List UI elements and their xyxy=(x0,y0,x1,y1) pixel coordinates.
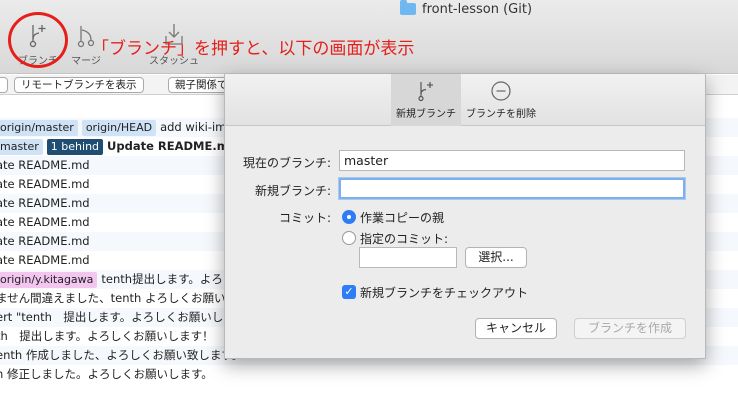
tab-delete-branch[interactable]: ブランチを削除 xyxy=(461,74,541,126)
tab-delete-branch-label: ブランチを削除 xyxy=(466,109,536,120)
tab-new-branch-label: 新規ブランチ xyxy=(396,109,456,120)
annotation-text: 「ブランチ」を押すと、以下の画面が表示 xyxy=(92,39,415,59)
checkout-checkbox[interactable]: ✓ xyxy=(342,285,356,299)
branch-tag: origin/HEAD xyxy=(81,119,157,136)
window-title: front-lesson (Git) xyxy=(400,0,532,18)
radio-working-copy[interactable] xyxy=(342,210,356,224)
commit-message: ate README.md xyxy=(0,196,90,210)
commit-message: ません間違えました、tenth よろしくお願いします xyxy=(0,291,260,305)
option-working-copy-label: 作業コピーの親 xyxy=(360,211,445,225)
commit-message: ate README.md xyxy=(0,177,90,191)
minus-circle-icon xyxy=(490,80,512,102)
option-specified-commit-label: 指定のコミット: xyxy=(360,232,449,246)
branch-tag: origin/master xyxy=(0,119,78,136)
commit-message: n 修正しました。よろしくお願いします。 xyxy=(0,367,213,381)
radio-specified-commit[interactable] xyxy=(342,231,356,245)
new-branch-label: 新規ブランチ: xyxy=(254,184,331,198)
filter-select-partial[interactable] xyxy=(0,77,8,93)
cancel-button[interactable]: キャンセル xyxy=(475,318,557,339)
commit-input[interactable] xyxy=(359,247,457,268)
current-branch-label: 現在のブランチ: xyxy=(242,156,331,170)
create-branch-button[interactable]: ブランチを作成 xyxy=(574,318,686,339)
window-title-text: front-lesson (Git) xyxy=(422,1,533,17)
commit-row[interactable]: n 修正しました。よろしくお願いします。 xyxy=(0,365,738,384)
dialog-tab-bar: 新規ブランチ ブランチを削除 xyxy=(225,74,705,126)
select-commit-button[interactable]: 選択... xyxy=(465,247,527,268)
commit-message: ate README.md xyxy=(0,158,90,172)
commit-message: enth 作成しました、よろしくお願い致します。 xyxy=(0,348,244,362)
branch-tag: origin/y.kitagawa xyxy=(0,271,98,288)
commit-message: ate README.md xyxy=(0,253,90,267)
commit-message: th 提出します。よろしくお願いします！ xyxy=(0,329,214,343)
current-branch-field: master xyxy=(339,150,685,171)
commit-message: Update README.md xyxy=(107,139,237,153)
commit-label: コミット: xyxy=(278,211,331,225)
commit-message: ate README.md xyxy=(0,215,90,229)
branch-tag: 1 behind xyxy=(46,138,104,155)
branch-tag: master xyxy=(0,138,43,155)
folder-icon xyxy=(400,0,416,15)
remote-branch-select[interactable]: リモートブランチを表示 xyxy=(14,77,144,93)
highlight-circle xyxy=(8,12,68,68)
commit-message: ert "tenth 提出します。よろしくお願いします xyxy=(0,310,247,324)
tab-new-branch[interactable]: 新規ブランチ xyxy=(391,74,461,126)
toolbar: front-lesson (Git) ブランチ マージ スタッシュ 「ブランチ」… xyxy=(0,0,738,74)
new-branch-icon xyxy=(415,80,437,102)
checkout-label: 新規ブランチをチェックアウト xyxy=(360,286,529,300)
new-branch-dialog: 新規ブランチ ブランチを削除 現在のブランチ: master 新規ブランチ: コ… xyxy=(224,74,706,359)
new-branch-input[interactable] xyxy=(339,178,685,199)
commit-message: ate README.md xyxy=(0,234,90,248)
